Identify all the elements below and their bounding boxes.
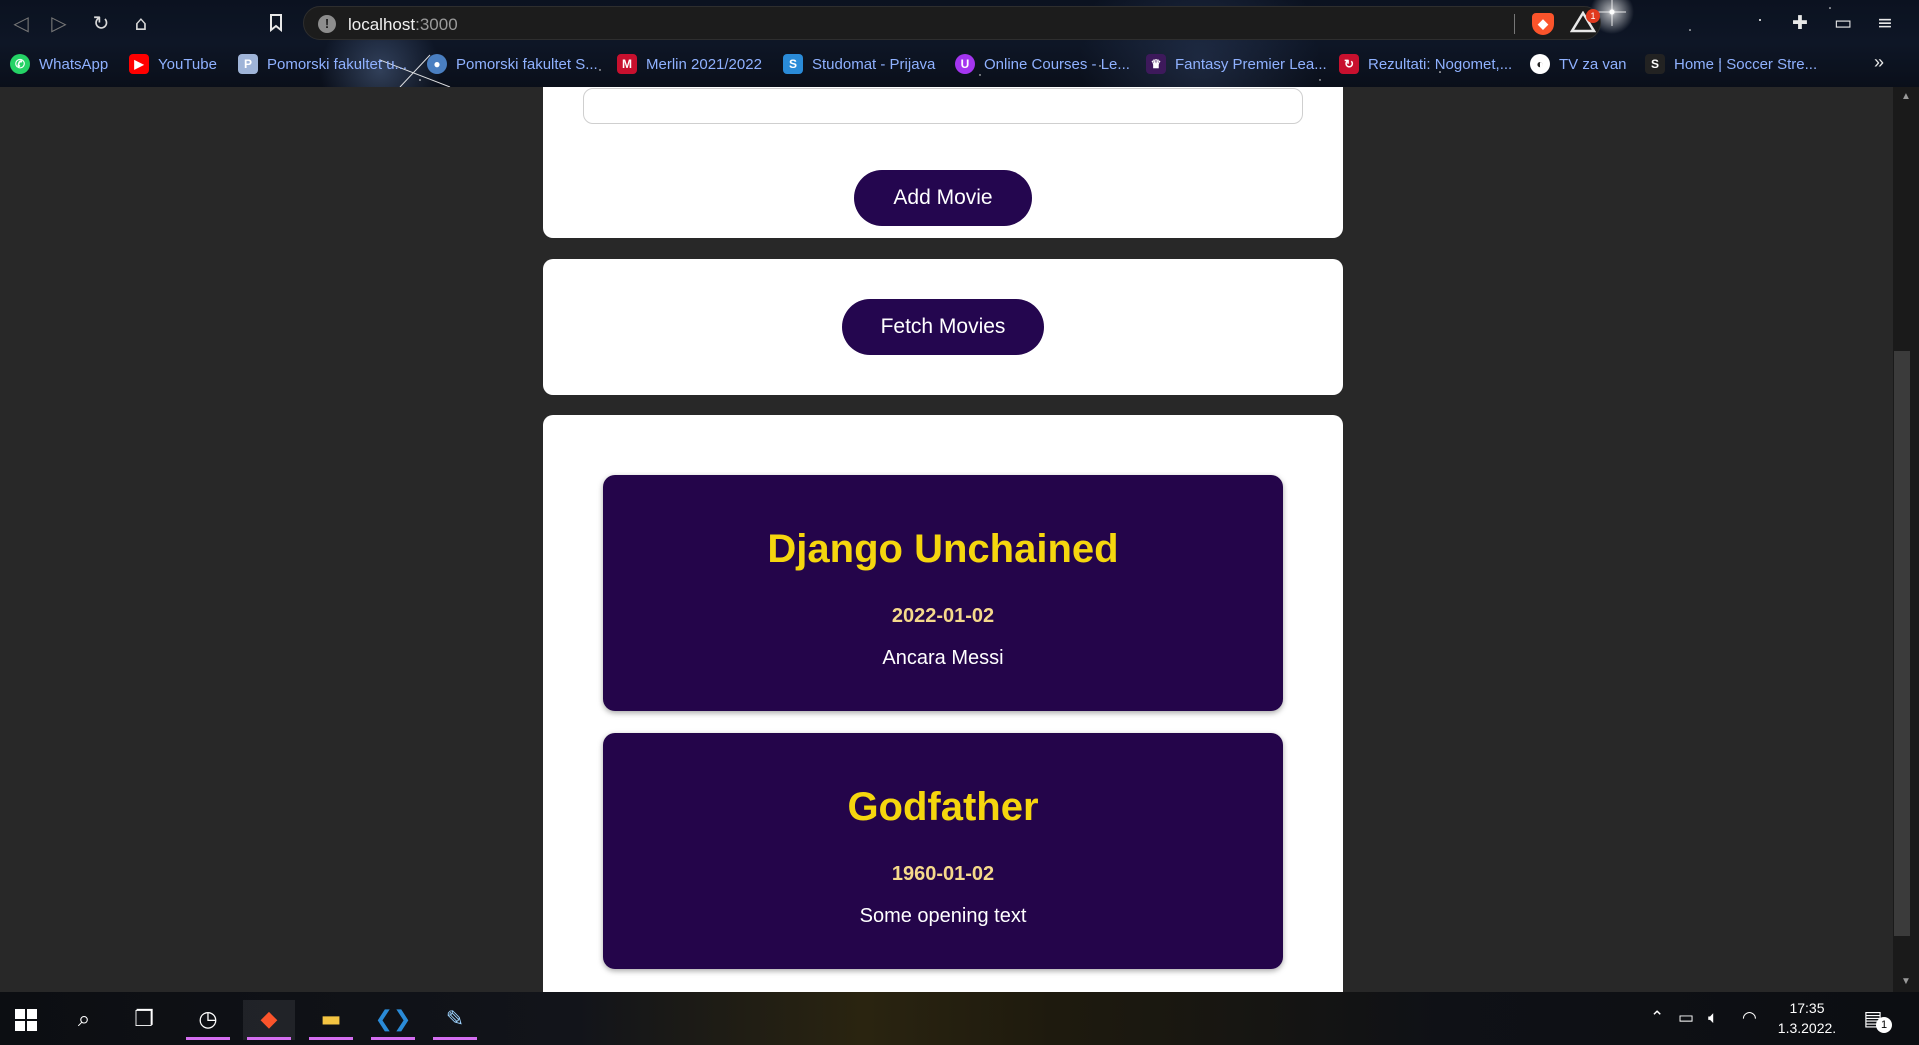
bookmark-soccer-streams[interactable]: S Home | Soccer Stre... bbox=[1645, 50, 1817, 78]
clock-date: 1.3.2022. bbox=[1777, 1020, 1837, 1036]
windows-taskbar: ⌕ ❐ ◷ ◆ ▬ ❮❯ ✎ ⌃ ▭ 🔈︎ ◠ 17:35 1.3.2022. … bbox=[0, 992, 1919, 1045]
running-indicator bbox=[371, 1037, 415, 1040]
pfst-globe-icon: ● bbox=[427, 54, 447, 74]
bookmark-studomat[interactable]: S Studomat - Prijava bbox=[783, 50, 935, 78]
movie-release-date: 1960-01-02 bbox=[891, 863, 995, 885]
add-movie-card: Add Movie bbox=[543, 87, 1343, 238]
bookmark-label: Studomat - Prijava bbox=[812, 55, 936, 73]
bookmark-icon[interactable] bbox=[263, 10, 289, 36]
task-view-icon[interactable]: ❐ bbox=[118, 1000, 170, 1040]
rewards-badge: 1 bbox=[1586, 9, 1600, 23]
scrollbar-thumb[interactable] bbox=[1894, 351, 1910, 936]
vscode-icon[interactable]: ❮❯ bbox=[367, 1000, 419, 1040]
movies-list-card: Django Unchained 2022-01-02 Ancara Messi… bbox=[543, 415, 1343, 992]
volume-icon[interactable]: 🔈︎ bbox=[1708, 992, 1718, 1045]
bookmark-rezultati[interactable]: ↻ Rezultati: Nogomet,... bbox=[1339, 50, 1512, 78]
studomat-icon: S bbox=[783, 54, 803, 74]
running-indicator bbox=[186, 1037, 230, 1040]
site-info-icon[interactable]: ! bbox=[318, 15, 336, 33]
bookmark-pomorski-fakultet-s[interactable]: ● Pomorski fakultet S... bbox=[427, 50, 598, 78]
movie-title: Django Unchained bbox=[767, 527, 1119, 571]
bookmark-label: Home | Soccer Stre... bbox=[1674, 55, 1818, 73]
scroll-down-icon[interactable]: ▼ bbox=[1893, 974, 1919, 990]
movie-title: Godfather bbox=[847, 785, 1039, 829]
movie-opening-text: Ancara Messi bbox=[882, 647, 1004, 669]
udemy-icon: U bbox=[955, 54, 975, 74]
wifi-icon[interactable]: ◠ bbox=[1742, 992, 1757, 1045]
rezultati-icon: ↻ bbox=[1339, 54, 1359, 74]
address-bar[interactable]: ! localhost:3000 ◆ bbox=[303, 6, 1601, 40]
movie-text-input[interactable] bbox=[583, 88, 1303, 124]
bookmark-whatsapp[interactable]: ✆ WhatsApp bbox=[10, 50, 108, 78]
show-hidden-icons-icon[interactable]: ⌃ bbox=[1650, 992, 1664, 1045]
extensions-icon[interactable]: ✚ bbox=[1787, 10, 1813, 36]
more-bookmarks-icon[interactable]: » bbox=[1874, 52, 1884, 73]
home-icon[interactable]: ⌂ bbox=[128, 10, 154, 36]
search-icon[interactable]: ⌕ bbox=[58, 1000, 110, 1040]
running-indicator bbox=[309, 1037, 353, 1040]
forward-icon[interactable]: ▷ bbox=[46, 10, 72, 36]
scroll-up-icon[interactable]: ▲ bbox=[1893, 89, 1919, 105]
menu-icon[interactable]: ≡ bbox=[1872, 10, 1898, 36]
brave-shields-icon[interactable]: ◆ bbox=[1532, 13, 1554, 35]
bookmark-online-courses[interactable]: U Online Courses - Le... bbox=[955, 50, 1130, 78]
movie-opening-text: Some opening text bbox=[859, 905, 1027, 927]
bookmark-label: Pomorski fakultet S... bbox=[456, 55, 598, 73]
address-separator bbox=[1514, 14, 1515, 34]
wallet-icon[interactable]: ▭ bbox=[1830, 10, 1856, 36]
merlin-icon: M bbox=[617, 54, 637, 74]
movie-release-date: 2022-01-02 bbox=[891, 605, 995, 627]
add-movie-button[interactable]: Add Movie bbox=[854, 170, 1032, 226]
battery-icon[interactable]: ▭ bbox=[1678, 992, 1694, 1045]
fetch-movies-button[interactable]: Fetch Movies bbox=[842, 299, 1044, 355]
bookmark-merlin[interactable]: M Merlin 2021/2022 bbox=[617, 50, 762, 78]
clock-time: 17:35 bbox=[1789, 1000, 1825, 1016]
bookmark-label: Pomorski fakultet u... bbox=[267, 55, 408, 73]
reload-icon[interactable]: ↻ bbox=[88, 10, 114, 36]
soccer-streams-icon: S bbox=[1645, 54, 1665, 74]
running-indicator bbox=[433, 1037, 477, 1040]
bookmark-tv-za-van[interactable]: ◐ TV za van bbox=[1530, 50, 1627, 78]
premier-league-icon: ♛ bbox=[1146, 54, 1166, 74]
clock-app-icon[interactable]: ◷ bbox=[182, 1000, 234, 1040]
bookmark-youtube[interactable]: ▶ YouTube bbox=[129, 50, 217, 78]
browser-chrome: ◁ ▷ ↻ ⌂ ! localhost:3000 ◆ 1 ✚ ▭ ≡ ✆ Wha… bbox=[0, 0, 1919, 87]
tv-icon: ◐ bbox=[1530, 54, 1550, 74]
fetch-movies-card: Fetch Movies bbox=[543, 259, 1343, 395]
movie-item: Django Unchained 2022-01-02 Ancara Messi bbox=[603, 475, 1283, 711]
bookmarks-bar: ✆ WhatsApp ▶ YouTube P Pomorski fakultet… bbox=[0, 50, 1919, 78]
bookmark-label: Merlin 2021/2022 bbox=[646, 55, 762, 73]
youtube-icon: ▶ bbox=[129, 54, 149, 74]
paint-icon[interactable]: ✎ bbox=[429, 1000, 481, 1040]
bookmark-label: YouTube bbox=[158, 55, 217, 73]
movie-item: Godfather 1960-01-02 Some opening text bbox=[603, 733, 1283, 969]
brave-browser-icon[interactable]: ◆ bbox=[243, 1000, 295, 1040]
bookmark-label: Fantasy Premier Lea... bbox=[1175, 55, 1327, 73]
file-explorer-icon[interactable]: ▬ bbox=[305, 1000, 357, 1040]
bookmark-label: WhatsApp bbox=[39, 55, 109, 73]
bookmark-label: Online Courses - Le... bbox=[984, 55, 1130, 73]
url-text: localhost:3000 bbox=[348, 15, 458, 34]
back-icon[interactable]: ◁ bbox=[8, 10, 34, 36]
bookmark-label: TV za van bbox=[1559, 55, 1627, 73]
bookmark-pomorski-fakultet-u[interactable]: P Pomorski fakultet u... bbox=[238, 50, 407, 78]
start-windows-icon[interactable] bbox=[0, 1000, 52, 1040]
running-indicator bbox=[247, 1037, 291, 1040]
bookmark-label: Rezultati: Nogomet,... bbox=[1368, 55, 1513, 73]
notifications-badge: 1 bbox=[1876, 1017, 1892, 1033]
taskbar-clock[interactable]: 17:35 1.3.2022. bbox=[1772, 998, 1842, 1038]
whatsapp-icon: ✆ bbox=[10, 54, 30, 74]
page-viewport: Add Movie Fetch Movies Django Unchained … bbox=[0, 87, 1893, 992]
bookmark-fantasy-premier-league[interactable]: ♛ Fantasy Premier Lea... bbox=[1146, 50, 1327, 78]
pfst-icon: P bbox=[238, 54, 258, 74]
